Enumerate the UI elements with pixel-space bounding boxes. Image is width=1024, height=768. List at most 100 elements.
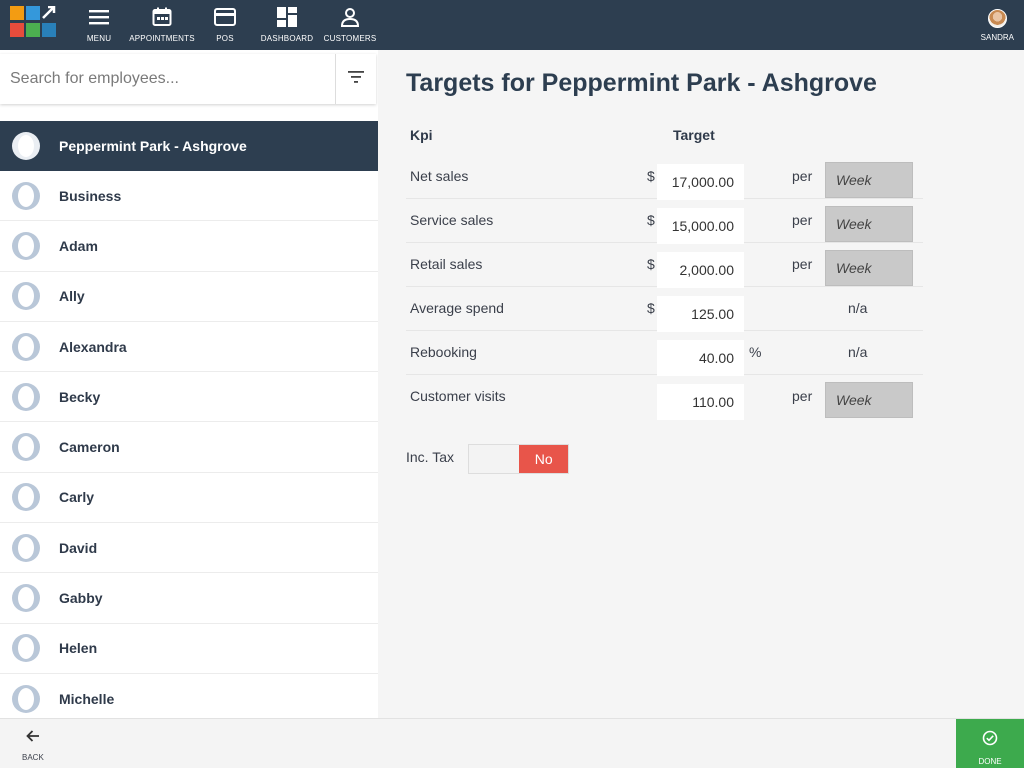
employee-search-bar <box>0 54 376 104</box>
column-header-target: Target <box>673 127 715 143</box>
nav-appointments[interactable]: APPOINTMENTS <box>129 0 195 50</box>
person-placeholder-icon <box>12 684 40 713</box>
column-header-kpi: Kpi <box>410 127 433 143</box>
person-placeholder-icon <box>12 332 40 361</box>
list-item[interactable]: Gabby <box>0 573 378 624</box>
filter-button[interactable] <box>335 54 376 104</box>
user-name: SANDRA <box>980 33 1014 42</box>
filter-icon <box>348 70 364 88</box>
check-circle-icon <box>982 730 998 751</box>
per-label: per <box>792 256 813 272</box>
credit-card-icon <box>213 5 237 29</box>
dashboard-icon <box>275 5 299 29</box>
back-button[interactable]: BACK <box>22 729 44 762</box>
list-item[interactable]: Helen <box>0 624 378 674</box>
currency-symbol: $ <box>647 212 655 228</box>
top-navigation-bar: MENU APPOINTMENTS POS DASHBOARD CUSTOMER… <box>0 0 1024 50</box>
employee-name: Carly <box>59 489 95 506</box>
kpi-label: Service sales <box>410 212 494 228</box>
menu-icon <box>87 5 111 29</box>
kpi-row-net-sales: Net sales $ 17,000.00 per Week <box>406 155 923 200</box>
nav-menu-label: MENU <box>86 34 112 43</box>
nav-menu[interactable]: MENU <box>86 0 112 50</box>
kpi-row-retail-sales: Retail sales $ 2,000.00 per Week <box>406 243 923 288</box>
arrow-left-icon <box>26 729 40 747</box>
target-value-input[interactable]: 125.00 <box>657 296 744 332</box>
inc-tax-toggle[interactable]: No <box>468 444 569 474</box>
kpi-row-service-sales: Service sales $ 15,000.00 per Week <box>406 199 923 244</box>
currency-symbol: $ <box>647 300 655 316</box>
employee-name: Alexandra <box>59 338 127 355</box>
search-input[interactable] <box>0 54 335 104</box>
nav-customers-label: CUSTOMERS <box>323 34 377 43</box>
list-item[interactable]: Carly <box>0 473 378 524</box>
avatar <box>987 9 1007 28</box>
person-placeholder-icon <box>12 132 40 160</box>
list-item[interactable]: Ally <box>0 272 378 322</box>
targets-panel: Targets for Peppermint Park - Ashgrove K… <box>378 50 1024 718</box>
nav-customers[interactable]: CUSTOMERS <box>323 0 377 50</box>
toggle-yes-side[interactable] <box>469 445 520 473</box>
nav-pos[interactable]: POS <box>212 0 238 50</box>
person-placeholder-icon <box>12 584 40 613</box>
person-placeholder-icon <box>12 231 40 260</box>
kpi-label: Retail sales <box>410 256 483 272</box>
done-button[interactable]: DONE <box>956 719 1024 768</box>
kpi-label: Net sales <box>410 168 469 184</box>
percent-symbol: % <box>749 344 762 360</box>
list-item[interactable]: Business <box>0 171 378 222</box>
kpi-label: Rebooking <box>410 344 477 360</box>
employee-name: Becky <box>59 388 101 405</box>
target-value-input[interactable]: 40.00 <box>657 340 744 376</box>
per-label: per <box>792 212 813 228</box>
currency-symbol: $ <box>647 168 655 184</box>
period-select[interactable]: Week <box>825 250 913 286</box>
kpi-row-average-spend: Average spend $ 125.00 n/a <box>406 287 923 332</box>
currency-symbol: $ <box>647 256 655 272</box>
list-item[interactable]: Adam <box>0 221 378 272</box>
target-value-input[interactable]: 110.00 <box>657 384 744 420</box>
person-placeholder-icon <box>12 433 40 462</box>
person-placeholder-icon <box>12 282 40 311</box>
target-value-input[interactable]: 17,000.00 <box>657 164 744 200</box>
page-title: Targets for Peppermint Park - Ashgrove <box>406 69 877 97</box>
list-item[interactable]: David <box>0 523 378 574</box>
person-placeholder-icon <box>12 382 40 411</box>
employee-name: Cameron <box>59 439 120 456</box>
toggle-no-side[interactable]: No <box>519 445 568 473</box>
employee-sidebar: Peppermint Park - Ashgrove Business Adam… <box>0 50 378 718</box>
period-select[interactable]: Week <box>825 206 913 242</box>
person-icon <box>338 5 362 29</box>
employee-name: Ally <box>59 288 85 305</box>
target-value-input[interactable]: 15,000.00 <box>657 208 744 244</box>
person-placeholder-icon <box>12 533 40 562</box>
period-select[interactable]: Week <box>825 382 913 418</box>
employee-list: Peppermint Park - Ashgrove Business Adam… <box>0 121 378 718</box>
list-item[interactable]: Peppermint Park - Ashgrove <box>0 121 378 171</box>
nav-dashboard-label: DASHBOARD <box>260 34 314 43</box>
period-select[interactable]: Week <box>825 162 913 198</box>
list-item[interactable]: Becky <box>0 372 378 423</box>
not-applicable-label: n/a <box>848 344 868 360</box>
person-placeholder-icon <box>12 181 40 210</box>
employee-name: David <box>59 539 98 556</box>
employee-name: Gabby <box>59 590 103 607</box>
person-placeholder-icon <box>12 634 40 663</box>
target-value-input[interactable]: 2,000.00 <box>657 252 744 288</box>
per-label: per <box>792 168 813 184</box>
list-item[interactable]: Alexandra <box>0 322 378 373</box>
employee-name: Business <box>59 187 122 204</box>
user-profile[interactable]: SANDRA <box>981 0 1014 50</box>
inc-tax-label: Inc. Tax <box>406 449 454 465</box>
kpi-row-customer-visits: Customer visits 110.00 per Week <box>406 375 923 420</box>
nav-dashboard[interactable]: DASHBOARD <box>260 0 314 50</box>
calendar-icon <box>150 5 174 29</box>
back-label: BACK <box>22 753 44 762</box>
per-label: per <box>792 388 813 404</box>
employee-name: Peppermint Park - Ashgrove <box>59 138 247 154</box>
list-item[interactable]: Cameron <box>0 422 378 473</box>
employee-name: Michelle <box>59 690 115 707</box>
employee-name: Helen <box>59 640 98 657</box>
list-item[interactable]: Michelle <box>0 674 378 718</box>
nav-pos-label: POS <box>216 34 234 43</box>
